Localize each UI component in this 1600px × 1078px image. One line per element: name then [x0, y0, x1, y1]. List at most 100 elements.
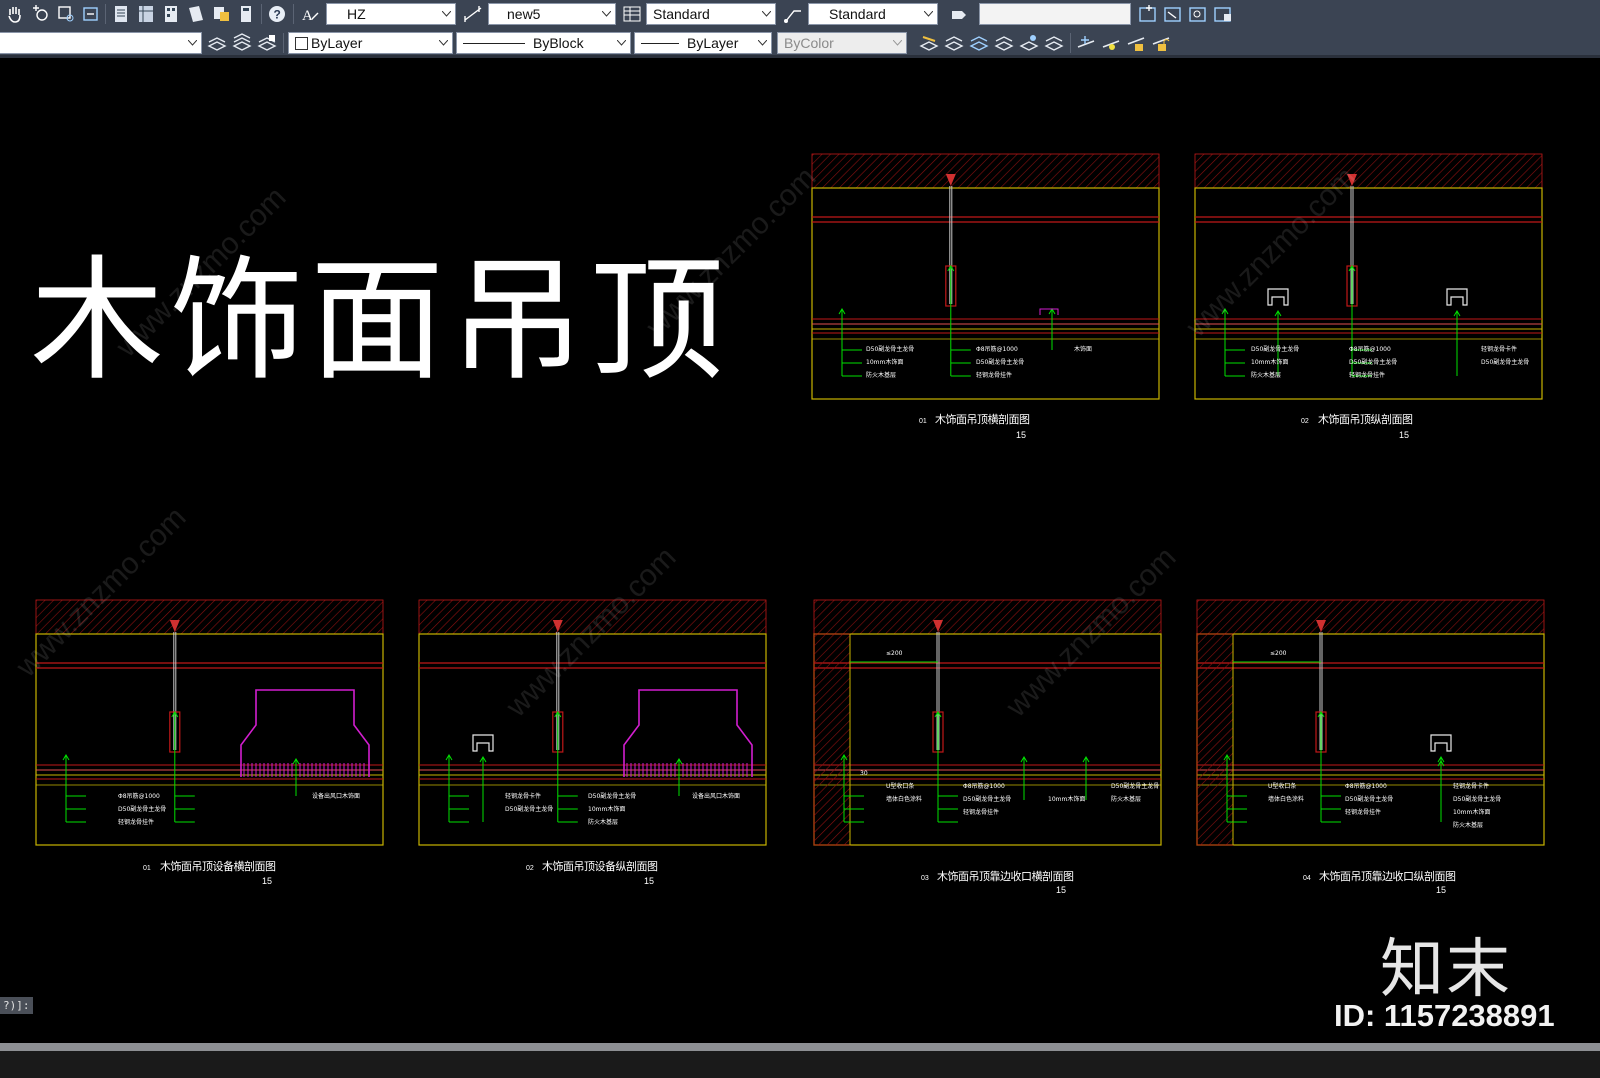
annotation-text: 轻钢龙骨挂件 [118, 819, 155, 826]
annotation-text: 木饰面 [1074, 346, 1093, 353]
annotation-text: 设备出风口木饰面 [692, 793, 741, 800]
color-select[interactable]: ByLayer [288, 32, 453, 54]
asset-id: ID: 1157238891 [1334, 998, 1555, 1033]
command-line-prompt[interactable]: ?)]: [0, 997, 33, 1014]
layer-match-icon[interactable] [968, 32, 990, 54]
sheet-frame [811, 187, 1160, 400]
annotation-text: 10mm木饰面 [1048, 796, 1086, 803]
wall-hatch [1196, 633, 1234, 846]
make-layer-current-icon[interactable] [206, 32, 228, 54]
sheet-frame [418, 633, 767, 846]
annotation-text: 防火木基层 [588, 819, 619, 826]
design-center-icon[interactable] [135, 3, 157, 25]
u-channel-clip [1267, 288, 1289, 306]
sheet-set-icon[interactable] [185, 3, 207, 25]
annotation-text: D50副龙骨主龙骨 [1345, 796, 1394, 803]
zoom-realtime-icon[interactable] [30, 3, 52, 25]
dimension-style-select[interactable]: new5 [488, 3, 616, 25]
layer-isolate-icon[interactable] [918, 32, 940, 54]
pan-hand-icon[interactable] [4, 3, 26, 25]
annotation-text: 轻钢龙骨挂件 [976, 372, 1013, 379]
annotation-text: 设备出风口木饰面 [312, 793, 361, 800]
viewport-clip-icon[interactable] [1162, 3, 1184, 25]
annotation-text: 防火木基层 [1251, 372, 1282, 379]
annotation-text: U型收口条 [886, 783, 915, 790]
slab-hatch [1194, 153, 1543, 189]
annotation-text: 防火木基层 [1453, 822, 1484, 829]
toolbar-row-standard: ? A HZ new5 Standard Standard [0, 0, 1600, 28]
toolbar-row-layers: ByLayer ByBlock ByLayer ByColor [0, 29, 1600, 57]
layer-thaw-all-icon[interactable] [1075, 32, 1097, 54]
annotation-text: D50副龙骨主龙骨 [505, 806, 554, 813]
annotation-text: D50副龙骨主龙骨 [1251, 346, 1300, 353]
annotation-text: D50副龙骨主龙骨 [866, 346, 915, 353]
annotation-text: D50副龙骨主龙骨 [118, 806, 167, 813]
linetype-select[interactable]: ByBlock [456, 32, 631, 54]
layer-freeze-icon[interactable] [1043, 32, 1065, 54]
layer-on-all-icon[interactable] [1100, 32, 1122, 54]
layer-states-icon[interactable] [256, 32, 278, 54]
dimension-text: ≤200 [1270, 650, 1287, 657]
annotation-text: D50副龙骨主龙骨 [1349, 359, 1398, 366]
layer-previous-icon[interactable] [231, 32, 253, 54]
annotation-text: D50副龙骨主龙骨 [588, 793, 637, 800]
viewport-new-icon[interactable] [1137, 3, 1159, 25]
zoom-window-icon[interactable] [55, 3, 77, 25]
u-channel-clip [472, 734, 494, 752]
properties-icon[interactable] [110, 3, 132, 25]
multileader-style-select[interactable]: Standard [808, 3, 938, 25]
plotstyle-select[interactable]: ByColor [777, 32, 907, 54]
layer-unisolate-icon[interactable] [943, 32, 965, 54]
annotation-text: 10mm木饰面 [1251, 359, 1289, 366]
search-input[interactable] [979, 3, 1131, 25]
table-style-icon[interactable] [621, 3, 643, 25]
layer-select[interactable] [0, 32, 202, 54]
layer-lock-icon[interactable] [1125, 32, 1147, 54]
viewport-lock-icon[interactable] [1212, 3, 1234, 25]
u-channel-clip [1446, 288, 1468, 306]
svg-text:A: A [302, 8, 313, 24]
dimension-text: 30 [860, 770, 868, 777]
annotation-text: 墙体白色涂料 [1268, 796, 1305, 803]
layer-change-icon[interactable] [993, 32, 1015, 54]
viewport-scale-icon[interactable] [1187, 3, 1209, 25]
annotation-text: D50副龙骨主龙骨 [1453, 796, 1502, 803]
calculator-icon[interactable] [235, 3, 257, 25]
lineweight-select[interactable]: ByLayer [634, 32, 772, 54]
annotation-text: 墙体白色涂料 [886, 796, 923, 803]
toolbar-area: ? A HZ new5 Standard Standard ByLayer By… [0, 0, 1600, 58]
layer-off-icon[interactable] [1018, 32, 1040, 54]
u-channel-clip [1430, 734, 1452, 752]
annotation-text: Φ8吊筋@1000 [1349, 346, 1391, 353]
annotation-text: D50副龙骨主龙骨 [963, 796, 1012, 803]
text-style-select[interactable]: HZ [326, 3, 456, 25]
annotation-text: Φ8吊筋@1000 [963, 783, 1005, 790]
annotation-text: 轻钢龙骨卡件 [505, 793, 542, 800]
table-style-select[interactable]: Standard [646, 3, 776, 25]
annotation-text: Φ8吊筋@1000 [118, 793, 160, 800]
text-style-icon[interactable]: A [299, 3, 321, 25]
annotation-text: 10mm木饰面 [1453, 809, 1491, 816]
multileader-style-icon[interactable] [782, 3, 804, 25]
annotation-text: 防火木基层 [866, 372, 897, 379]
status-bar [0, 1043, 1600, 1078]
annotation-text: 轻钢龙骨挂件 [1345, 809, 1382, 816]
markup-icon[interactable] [210, 3, 232, 25]
slab-hatch [1196, 599, 1545, 635]
annotation-text: U型收口条 [1268, 783, 1297, 790]
wall-hatch [813, 633, 851, 846]
annotation-text: 轻钢龙骨挂件 [1349, 372, 1386, 379]
zoom-previous-icon[interactable] [80, 3, 102, 25]
annotation-text: Φ8吊筋@1000 [1345, 783, 1387, 790]
annotation-text: D50副龙骨主龙骨 [1111, 783, 1160, 790]
svg-text:?: ? [274, 8, 281, 22]
workspace-icon[interactable] [948, 3, 970, 25]
tool-palettes-icon[interactable] [160, 3, 182, 25]
layer-unlock-icon[interactable] [1150, 32, 1172, 54]
help-icon[interactable]: ? [266, 3, 288, 25]
annotation-text: 轻钢龙骨卡件 [1453, 783, 1490, 790]
annotation-text: 轻钢龙骨卡件 [1481, 346, 1518, 353]
annotation-text: 10mm木饰面 [866, 359, 904, 366]
dimension-style-icon[interactable] [462, 3, 484, 25]
trim-mark [1039, 308, 1059, 315]
